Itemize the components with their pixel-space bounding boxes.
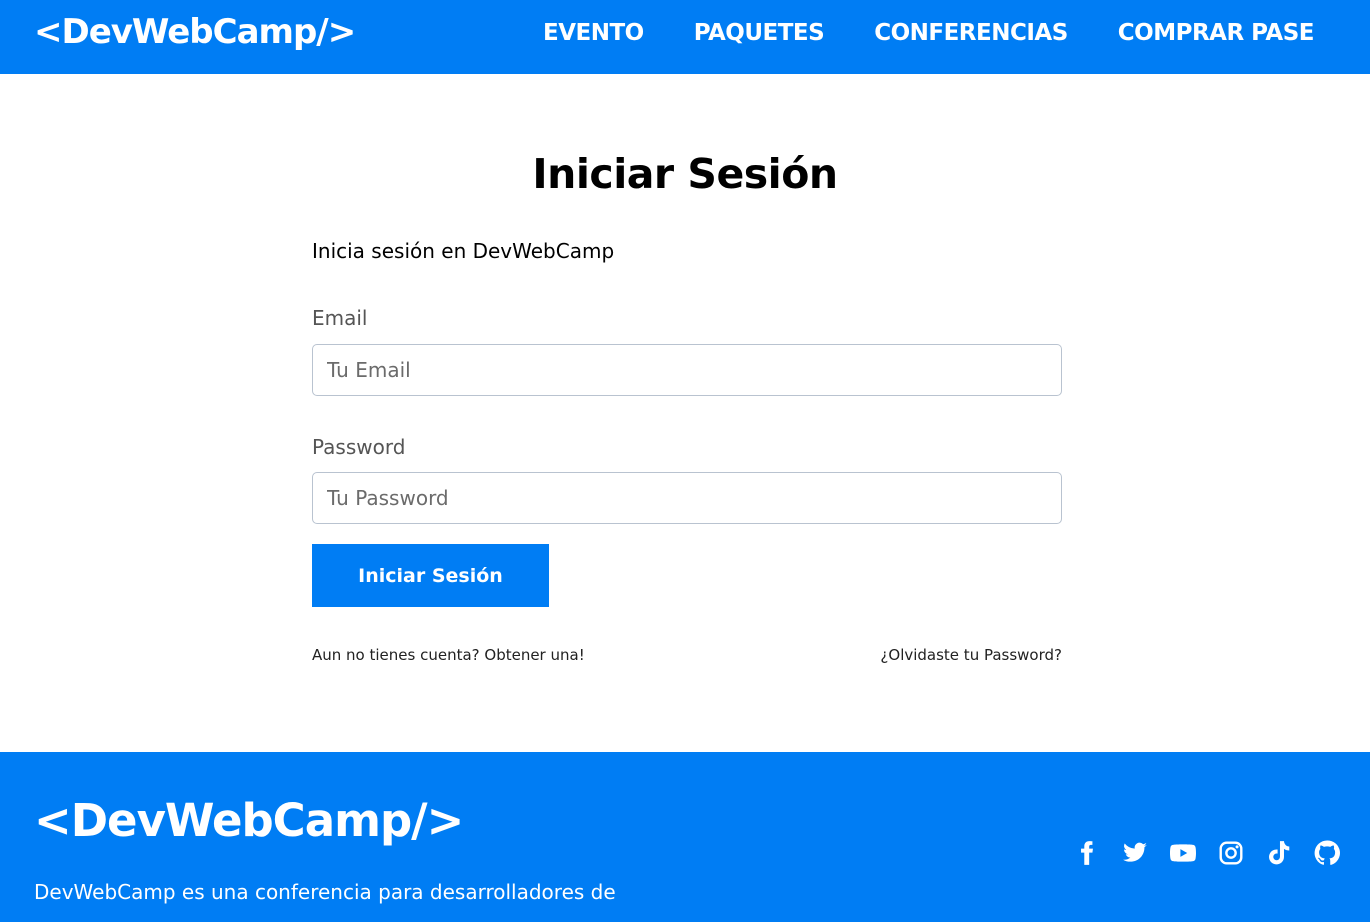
footer-logo: <DevWebCamp/> — [34, 794, 464, 847]
nav-comprar-pase[interactable]: COMPRAR PASE — [1118, 20, 1315, 46]
nav-evento[interactable]: EVENTO — [543, 20, 644, 46]
twitter-icon[interactable] — [1122, 840, 1148, 866]
github-icon[interactable] — [1314, 840, 1340, 866]
login-submit-button[interactable]: Iniciar Sesión — [312, 544, 549, 607]
site-header: <DevWebCamp/> EVENTO PAQUETES CONFERENCI… — [0, 0, 1370, 74]
main-nav: EVENTO PAQUETES CONFERENCIAS COMPRAR PAS… — [543, 20, 1314, 46]
instagram-icon[interactable] — [1218, 840, 1244, 866]
site-logo[interactable]: <DevWebCamp/> — [34, 12, 356, 52]
social-links — [1074, 840, 1340, 866]
tiktok-icon[interactable] — [1266, 840, 1292, 866]
login-subtitle: Inicia sesión en DevWebCamp — [312, 239, 615, 263]
email-field[interactable] — [312, 344, 1062, 396]
password-field[interactable] — [312, 472, 1062, 524]
nav-conferencias[interactable]: CONFERENCIAS — [874, 20, 1068, 46]
youtube-icon[interactable] — [1170, 840, 1196, 866]
forgot-password-link[interactable]: ¿Olvidaste tu Password? — [880, 646, 1062, 664]
nav-paquetes[interactable]: PAQUETES — [694, 20, 825, 46]
footer-description: DevWebCamp es una conferencia para desar… — [34, 880, 616, 904]
email-label: Email — [312, 306, 368, 330]
facebook-icon[interactable] — [1074, 840, 1100, 866]
page-title: Iniciar Sesión — [532, 150, 838, 198]
register-link[interactable]: Aun no tienes cuenta? Obtener una! — [312, 646, 585, 664]
site-footer: <DevWebCamp/> DevWebCamp es una conferen… — [0, 752, 1370, 922]
password-label: Password — [312, 435, 406, 459]
